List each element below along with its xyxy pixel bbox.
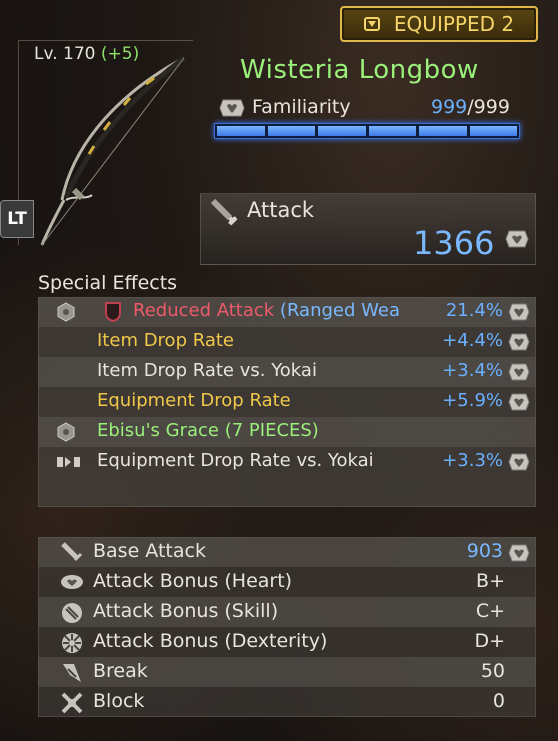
special-effects-title: Special Effects [38,272,178,294]
familiarity-heart-icon [219,99,245,117]
hexagon-icon [57,422,75,442]
familiarity-value: 999/999 [431,96,510,118]
shield-icon [105,302,121,323]
stat-value: 50 [480,660,505,682]
gem-icon [508,544,530,562]
lt-button[interactable]: LT [0,200,34,238]
familiarity-segment [217,126,265,136]
effect-value: +3.3% [442,450,503,471]
dropdown-triangle-icon [363,17,380,31]
effect-value: +3.4% [442,360,503,381]
heart-icon [61,575,83,589]
sword-icon [61,542,83,562]
gem-icon [508,393,530,411]
stat-name: Block [93,690,145,712]
stat-row[interactable]: Base Attack 903 [38,537,536,567]
effect-row[interactable]: Equipment Drop Rate +5.9% [38,387,536,417]
stat-value: 903 [466,540,503,562]
familiarity-segment [469,126,517,136]
stat-name: Break [93,660,148,682]
gem-icon [508,453,530,471]
stat-row[interactable]: Attack Bonus (Dexterity) D+ [38,627,536,657]
equipped-badge[interactable]: EQUIPPED 2 [340,6,538,42]
effect-name: Item Drop Rate [97,330,234,351]
gem-icon [505,230,529,248]
effect-row[interactable]: Item Drop Rate vs. Yokai +3.4% [38,357,536,387]
familiarity-label: Familiarity [252,96,351,118]
stat-value: 0 [492,690,505,712]
effect-value: 21.4% [445,300,503,321]
effect-row[interactable]: Item Drop Rate +4.4% [38,327,536,357]
transfer-icon [57,457,80,467]
stat-value: C+ [475,600,505,622]
stat-name: Attack Bonus (Skill) [93,600,279,622]
effect-name: Ebisu's Grace (7 PIECES) [97,420,319,441]
familiarity-segment [419,126,467,136]
effect-name: Reduced Attack (Ranged Wea [133,300,400,321]
familiarity-max: /999 [467,96,510,118]
stat-value: D+ [474,630,505,652]
break-icon [63,664,81,682]
weapon-name: Wisteria Longbow [240,55,479,85]
familiarity-segment [318,126,366,136]
stat-name: Attack Bonus (Heart) [93,570,293,592]
attack-number: 1366 [413,224,495,262]
skill-icon [62,603,82,623]
effect-row[interactable]: Equipment Drop Rate vs. Yokai +3.3% [38,447,536,477]
hexagon-icon [57,302,75,322]
dexterity-icon [62,633,82,653]
gem-icon [508,363,530,381]
block-icon [61,692,83,714]
familiarity-segment [267,126,315,136]
familiarity-current: 999 [431,96,468,118]
effect-name: Equipment Drop Rate vs. Yokai [97,450,374,471]
stat-name: Base Attack [93,540,206,562]
attack-value: 1366 [413,224,529,262]
familiarity-bar [214,123,520,139]
gem-icon [508,303,530,321]
effect-name: Equipment Drop Rate [97,390,291,411]
stat-row[interactable]: Block 0 [38,687,536,717]
effect-row[interactable]: Ebisu's Grace (7 PIECES) [38,417,536,447]
effect-value: +4.4% [442,330,503,351]
sword-icon [210,198,238,226]
attack-label: Attack [247,198,315,222]
stat-row[interactable]: Attack Bonus (Heart) B+ [38,567,536,597]
gem-icon [508,333,530,351]
effect-name: Item Drop Rate vs. Yokai [97,360,317,381]
equipped-label: EQUIPPED 2 [393,12,515,36]
stat-value: B+ [476,570,505,592]
effect-row[interactable]: Reduced Attack (Ranged Wea 21.4% [38,297,536,327]
stat-name: Attack Bonus (Dexterity) [93,630,328,652]
stat-row[interactable]: Break 50 [38,657,536,687]
familiarity-segment [368,126,416,136]
longbow-icon [40,55,186,246]
effect-value: +5.9% [442,390,503,411]
stat-row[interactable]: Attack Bonus (Skill) C+ [38,597,536,627]
